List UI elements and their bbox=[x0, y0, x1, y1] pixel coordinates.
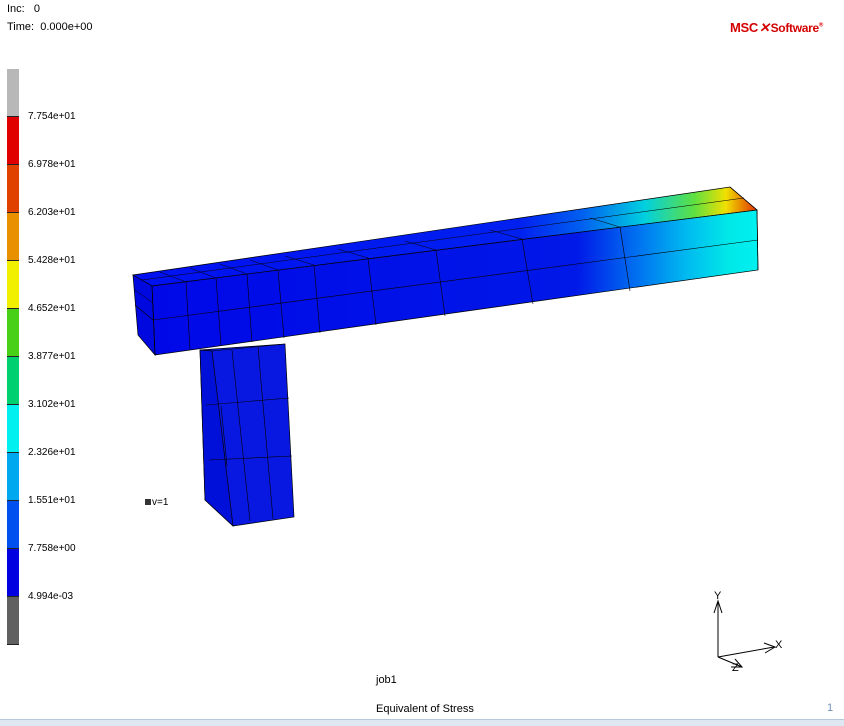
x-axis-line bbox=[717, 646, 775, 658]
marker-label: v=1 bbox=[152, 497, 169, 508]
page-number: 1 bbox=[827, 702, 834, 714]
result-label: Equivalent of Stress bbox=[376, 703, 474, 715]
marker-box-icon bbox=[145, 499, 151, 506]
vertical-leg bbox=[199, 343, 295, 527]
boundary-condition-marker: v=1 bbox=[145, 497, 168, 508]
job-name: job1 bbox=[376, 674, 397, 686]
horizontal-beam bbox=[131, 186, 759, 357]
y-axis-label: Y bbox=[714, 590, 722, 602]
z-axis-label: Z bbox=[732, 662, 739, 674]
x-axis-label: X bbox=[775, 639, 783, 651]
axis-triad: Y X Z bbox=[713, 590, 783, 674]
